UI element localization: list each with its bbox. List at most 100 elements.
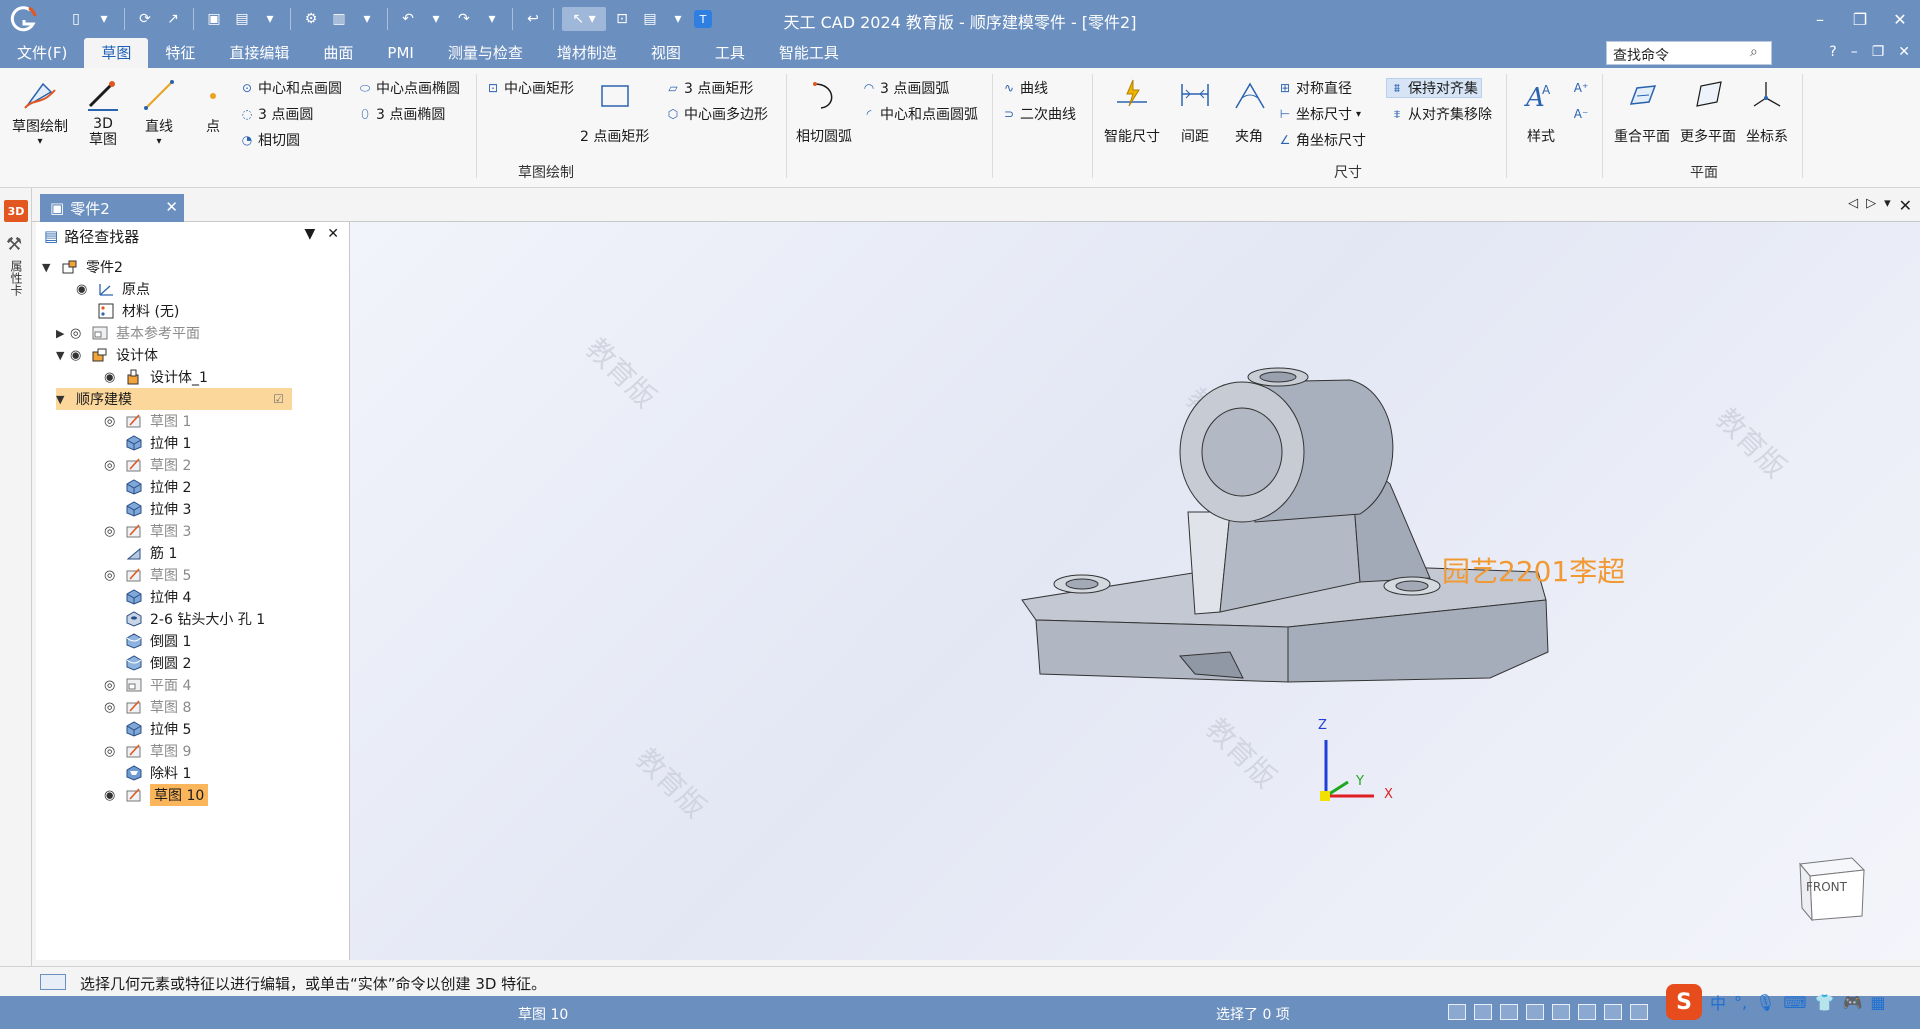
tree-item[interactable]: ◎ 草图 8 bbox=[104, 696, 191, 718]
doc-restore-icon[interactable]: ❐ bbox=[1872, 44, 1885, 60]
three-point-circle-button[interactable]: ◌ 3 点画圆 bbox=[240, 104, 314, 124]
more-planes-button[interactable]: 更多平面 bbox=[1680, 76, 1736, 146]
smart-dimension-button[interactable]: 智能尺寸 bbox=[1104, 76, 1160, 146]
eye-icon[interactable]: ◉ bbox=[70, 348, 86, 363]
spacing-button[interactable]: 间距 bbox=[1176, 76, 1214, 146]
menu-item[interactable]: 视图 bbox=[634, 38, 698, 68]
menu-item[interactable]: 智能工具 bbox=[762, 38, 856, 68]
tree-item[interactable]: ◎ 草图 2 bbox=[104, 454, 191, 476]
eye-icon[interactable]: ◉ bbox=[76, 282, 92, 297]
keyboard-icon[interactable]: ⌨ bbox=[1783, 993, 1806, 1012]
tab-close-icon[interactable]: ✕ bbox=[165, 198, 178, 216]
part-model[interactable] bbox=[350, 222, 1920, 960]
tree-item[interactable]: 倒圆 2 bbox=[104, 652, 191, 674]
skin-shirt-icon[interactable]: 👕 bbox=[1815, 993, 1835, 1012]
tree-item[interactable]: ◎ 草图 5 bbox=[104, 564, 191, 586]
view-rotate-icon[interactable] bbox=[1526, 1004, 1544, 1020]
tree-item[interactable]: 拉伸 5 bbox=[104, 718, 191, 740]
tree-item[interactable]: 除料 1 bbox=[104, 762, 191, 784]
three-point-ellipse-button[interactable]: ⬯ 3 点画椭圆 bbox=[358, 104, 445, 124]
tree-item[interactable]: ◉ 草图 10 bbox=[104, 784, 209, 806]
eye-hidden-icon[interactable]: ◎ bbox=[104, 414, 120, 429]
eye-hidden-icon[interactable]: ◎ bbox=[104, 458, 120, 473]
menu-item[interactable]: 工具 bbox=[698, 38, 762, 68]
tab-close-all-icon[interactable]: ✕ bbox=[1899, 196, 1912, 215]
angle-coordinate-dimension-button[interactable]: ∠ 角坐标尺寸 bbox=[1278, 130, 1366, 150]
menu-item[interactable]: 直接编辑 bbox=[212, 38, 306, 68]
center-polygon-button[interactable]: ⬡ 中心画多边形 bbox=[666, 104, 768, 124]
tree-item[interactable]: ◎ 草图 9 bbox=[104, 740, 191, 762]
view-pan-icon[interactable] bbox=[1552, 1004, 1570, 1020]
tree-item[interactable]: ◎ 平面 4 bbox=[104, 674, 191, 696]
coincident-plane-button[interactable]: 重合平面 bbox=[1614, 76, 1670, 146]
tree-item[interactable]: ▶ ◎ 基本参考平面 bbox=[56, 322, 200, 344]
expand-down-icon[interactable]: ▼ bbox=[56, 349, 70, 362]
3d-viewport[interactable]: 教育版 教育版 教育版 教育版 教育版 Z Y X 园艺2201李超 bbox=[350, 222, 1920, 960]
ime-language-indicator[interactable]: 中 bbox=[1710, 990, 1726, 1014]
tree-item[interactable]: 倒圆 1 bbox=[104, 630, 191, 652]
center-point-circle-button[interactable]: ⊙ 中心和点画圆 bbox=[240, 78, 342, 98]
sketch-draw-button[interactable]: 草图绘制 ▾ bbox=[12, 76, 68, 147]
tree-item[interactable]: ◎ 草图 1 bbox=[104, 410, 191, 432]
view-section-icon[interactable] bbox=[1630, 1004, 1648, 1020]
expand-down-icon[interactable]: ▼ bbox=[42, 261, 56, 274]
grid-menu-icon[interactable]: ▦ bbox=[1870, 993, 1885, 1012]
tab-prev-icon[interactable]: ◁ bbox=[1848, 196, 1858, 215]
eye-hidden-icon[interactable]: ◎ bbox=[104, 744, 120, 759]
center-rect-button[interactable]: ⊡ 中心画矩形 bbox=[486, 78, 574, 98]
minimize-icon[interactable]: – bbox=[1800, 0, 1840, 38]
gamepad-icon[interactable]: 🎮 bbox=[1842, 993, 1862, 1012]
panel-close-icon[interactable]: ✕ bbox=[327, 226, 339, 242]
tree-item[interactable]: 拉伸 4 bbox=[104, 586, 191, 608]
close-icon[interactable]: ✕ bbox=[1880, 0, 1920, 38]
menu-item[interactable]: 草图 bbox=[84, 38, 149, 68]
keep-alignment-set-button[interactable]: ⩩ 保持对齐集 bbox=[1386, 78, 1482, 98]
menu-item[interactable]: 测量与检查 bbox=[431, 38, 540, 68]
ime-punctuation-icon[interactable]: °, bbox=[1734, 993, 1747, 1012]
tree-item[interactable]: ▼ 零件2 bbox=[42, 256, 123, 278]
eye-icon[interactable]: ◉ bbox=[104, 370, 120, 385]
conic-button[interactable]: ⊃ 二次曲线 bbox=[1002, 104, 1076, 124]
tree-item[interactable]: 拉伸 1 bbox=[104, 432, 191, 454]
doc-minimize-icon[interactable]: – bbox=[1851, 44, 1858, 60]
tree-item[interactable]: ▼ ◉ 设计体 bbox=[56, 344, 158, 366]
menu-item[interactable]: 增材制造 bbox=[540, 38, 634, 68]
menu-item[interactable]: 曲面 bbox=[306, 38, 370, 68]
eye-hidden-icon[interactable]: ◎ bbox=[70, 326, 86, 341]
tree-item[interactable]: 拉伸 3 bbox=[104, 498, 191, 520]
symmetric-diameter-button[interactable]: ⊞ 对称直径 bbox=[1278, 78, 1352, 98]
3d-mode-icon[interactable]: 3D bbox=[4, 200, 28, 222]
tree-item[interactable]: 2-6 钻头大小 孔 1 bbox=[104, 608, 265, 630]
point-button[interactable]: 点 bbox=[194, 76, 232, 136]
eye-hidden-icon[interactable]: ◎ bbox=[104, 524, 120, 539]
coordinate-system-button[interactable]: 坐标系 bbox=[1746, 76, 1788, 146]
menu-item[interactable]: PMI bbox=[370, 38, 430, 68]
expand-right-icon[interactable]: ▶ bbox=[56, 327, 70, 340]
font-decrease-button[interactable]: A⁻ bbox=[1574, 104, 1589, 124]
eye-hidden-icon[interactable]: ◎ bbox=[104, 678, 120, 693]
mode-check-icon[interactable]: ☑ bbox=[273, 392, 284, 406]
property-card-tab[interactable]: 属性卡 bbox=[8, 260, 25, 296]
angle-button[interactable]: 夹角 bbox=[1230, 76, 1268, 146]
prompt-icon[interactable] bbox=[40, 974, 66, 990]
sogou-ime-icon[interactable]: S bbox=[1666, 984, 1702, 1020]
style-button[interactable]: A A 样式 bbox=[1522, 76, 1560, 146]
doc-tab-part2[interactable]: ▣ 零件2 ✕ bbox=[40, 194, 184, 222]
microphone-icon[interactable]: 🎙 bbox=[1755, 993, 1775, 1012]
two-point-rect-button[interactable]: 2 点画矩形 bbox=[580, 76, 649, 146]
help-icon[interactable]: ? bbox=[1829, 44, 1836, 60]
font-increase-button[interactable]: A⁺ bbox=[1574, 78, 1589, 98]
tree-item[interactable]: ◎ 草图 3 bbox=[104, 520, 191, 542]
sketch-3d-button[interactable]: 3D 草图 bbox=[84, 76, 122, 148]
view-zoom-icon[interactable] bbox=[1500, 1004, 1518, 1020]
line-button[interactable]: 直线 ▾ bbox=[140, 76, 178, 147]
doc-close-icon[interactable]: ✕ bbox=[1898, 44, 1910, 60]
panel-menu-icon[interactable]: ▼ bbox=[304, 226, 315, 242]
tangent-arc-button[interactable]: 相切圆弧 bbox=[796, 76, 852, 146]
three-point-rect-button[interactable]: ▱ 3 点画矩形 bbox=[666, 78, 753, 98]
view-orient-icon[interactable] bbox=[1578, 1004, 1596, 1020]
search-icon[interactable]: ⌕ bbox=[1750, 44, 1758, 60]
view-shading-icon[interactable] bbox=[1604, 1004, 1622, 1020]
tab-next-icon[interactable]: ▷ bbox=[1866, 196, 1876, 215]
remove-from-alignment-set-button[interactable]: ⩨ 从对齐集移除 bbox=[1390, 104, 1492, 124]
